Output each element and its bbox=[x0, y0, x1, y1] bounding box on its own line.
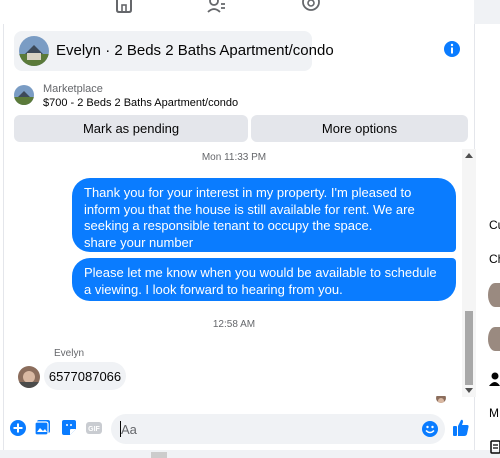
sender-name: Evelyn bbox=[54, 348, 85, 359]
gif-icon[interactable]: GIF bbox=[85, 419, 103, 437]
sender-avatar[interactable] bbox=[18, 366, 40, 388]
chat-header[interactable]: Evelyn · 2 Beds 2 Baths Apartment/condo bbox=[14, 31, 334, 71]
sticker-icon[interactable] bbox=[60, 419, 78, 437]
more-options-button[interactable]: More options bbox=[251, 115, 468, 142]
thumbs-up-icon[interactable] bbox=[451, 418, 471, 438]
messages-scrollbar[interactable] bbox=[462, 149, 476, 397]
side-panel-avatar[interactable] bbox=[488, 283, 500, 307]
side-panel-item[interactable]: Ch bbox=[489, 252, 500, 266]
bottom-edge bbox=[0, 450, 500, 458]
listing-title[interactable]: $700 - 2 Beds 2 Baths Apartment/condo bbox=[43, 97, 238, 109]
top-nav bbox=[0, 0, 500, 24]
side-panel-item[interactable]: Cu bbox=[489, 218, 500, 232]
messenger-screen: Evelyn · 2 Beds 2 Baths Apartment/condo … bbox=[0, 0, 500, 458]
message-composer: GIF Aa bbox=[3, 408, 475, 450]
emoji-icon[interactable] bbox=[421, 420, 439, 438]
info-icon[interactable] bbox=[443, 40, 461, 58]
side-panel-avatar[interactable] bbox=[488, 327, 500, 351]
message-input-placeholder: Aa bbox=[121, 422, 137, 437]
seen-indicator-avatar bbox=[436, 393, 446, 403]
svg-text:GIF: GIF bbox=[88, 426, 100, 433]
message-timestamp: 12:58 AM bbox=[212, 319, 256, 330]
mark-as-pending-button[interactable]: Mark as pending bbox=[14, 115, 248, 142]
people-icon[interactable] bbox=[207, 0, 227, 14]
message-icon[interactable] bbox=[490, 440, 500, 454]
scroll-thumb[interactable] bbox=[465, 311, 473, 385]
message-timestamp: Mon 11:33 PM bbox=[201, 152, 267, 163]
chat-title: Evelyn · 2 Beds 2 Baths Apartment/condo bbox=[56, 42, 334, 59]
side-panel-bg bbox=[474, 0, 500, 24]
bottom-tab bbox=[151, 452, 167, 458]
outgoing-message[interactable]: Please let me know when you would be ava… bbox=[72, 258, 456, 301]
plus-circle-icon[interactable] bbox=[9, 419, 27, 437]
scroll-down-arrow[interactable] bbox=[465, 388, 473, 393]
scroll-up-arrow[interactable] bbox=[465, 153, 473, 158]
incoming-message[interactable]: 6577087066 bbox=[44, 362, 126, 390]
message-input[interactable]: Aa bbox=[111, 414, 445, 444]
side-panel-item[interactable]: M bbox=[489, 406, 499, 420]
listing-thumbnail bbox=[19, 36, 49, 66]
marketplace-thumbnail bbox=[14, 85, 34, 105]
person-icon[interactable] bbox=[489, 372, 500, 386]
photo-icon[interactable] bbox=[34, 419, 52, 437]
marketplace-label: Marketplace bbox=[43, 83, 103, 95]
groups-icon[interactable] bbox=[301, 0, 321, 14]
outgoing-message[interactable]: Thank you for your interest in my proper… bbox=[72, 178, 456, 252]
home-icon[interactable] bbox=[114, 0, 134, 14]
